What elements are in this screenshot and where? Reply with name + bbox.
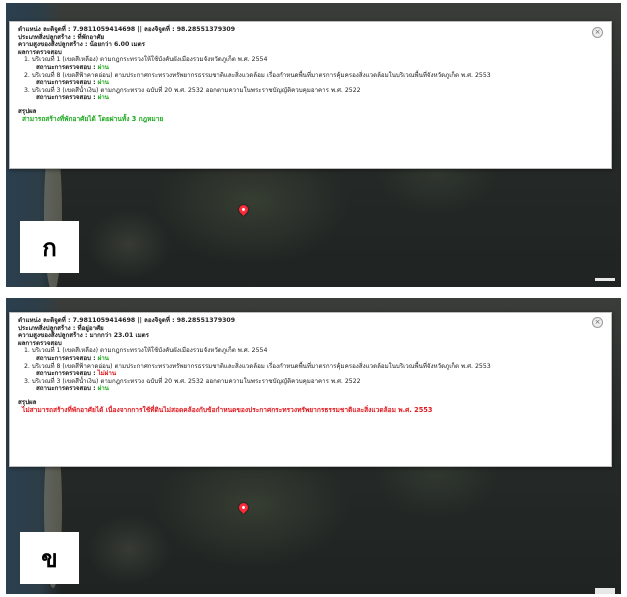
check-item-text: 1. บริเวณที่ 1 (เขตสีเหลือง) ตามกฎกระทรว…	[24, 347, 268, 355]
status-label: สถานะการตรวจสอบ :	[36, 79, 96, 87]
info-popup: × ตำแหน่ง ละติจูดที่ : 7.9811059414698 |…	[9, 312, 612, 467]
check-item-text: 3. บริเวณที่ 3 (เขตสีน้ำเงิน) ตามกฎกระทร…	[24, 377, 361, 385]
status-label: สถานะการตรวจสอบ :	[36, 63, 96, 71]
status-badge: ผ่าน	[97, 354, 109, 362]
map-panel-b: × ตำแหน่ง ละติจูดที่ : 7.9811059414698 |…	[6, 298, 621, 594]
map-scale-bar	[595, 588, 615, 594]
status-label: สถานะการตรวจสอบ :	[36, 370, 96, 378]
check-item-status: สถานะการตรวจสอบ : ผ่าน	[18, 385, 603, 393]
check-item-text: 3. บริเวณที่ 3 (เขตสีน้ำเงิน) ตามกฎกระทร…	[24, 86, 361, 94]
map-panel-a: × ตำแหน่ง ละติจูดที่ : 7.9811059414698 |…	[6, 3, 621, 287]
check-item-status: สถานะการตรวจสอบ : ผ่าน	[18, 64, 603, 72]
panel-label: ข	[20, 532, 79, 584]
status-badge: ผ่าน	[97, 63, 109, 71]
check-item-status: สถานะการตรวจสอบ : ผ่าน	[18, 94, 603, 102]
status-badge: ผ่าน	[97, 385, 109, 393]
location-coordinates: ตำแหน่ง ละติจูดที่ : 7.9811059414698 || …	[18, 26, 236, 33]
check-item-status: สถานะการตรวจสอบ : ผ่าน	[18, 355, 603, 363]
close-icon[interactable]: ×	[592, 317, 603, 328]
check-item-text: 1. บริเวณที่ 1 (เขตสีเหลือง) ตามกฎกระทรว…	[24, 56, 268, 64]
check-item-status: สถานะการตรวจสอบ : ไม่ผ่าน	[18, 370, 603, 378]
status-label: สถานะการตรวจสอบ :	[36, 354, 96, 362]
summary-result: ไม่สามารถสร้างที่พักอาศัยได้ เนื่องจากกา…	[22, 405, 433, 414]
building-height: ความสูงของสิ่งปลูกสร้าง : มากกว่า 23.01 …	[18, 332, 149, 340]
check-item-text: 2. บริเวณที่ 8 (เขตสีฟ้าคาดอ่อน) ตามประก…	[24, 71, 491, 79]
status-badge: ไม่ผ่าน	[97, 370, 117, 378]
close-icon[interactable]: ×	[592, 27, 603, 38]
status-label: สถานะการตรวจสอบ :	[36, 94, 96, 102]
panel-label: ก	[20, 221, 79, 273]
status-badge: ผ่าน	[97, 94, 109, 102]
check-item-status: สถานะการตรวจสอบ : ผ่าน	[18, 79, 603, 87]
map-scale-bar	[595, 278, 615, 281]
status-label: สถานะการตรวจสอบ :	[36, 385, 96, 393]
summary-result: สามารถสร้างที่พักอาศัยได้ โดยผ่านทั้ง 3 …	[22, 114, 164, 123]
building-height: ความสูงของสิ่งปลูกสร้าง : น้อยกว่า 6.00 …	[18, 41, 145, 49]
location-coordinates: ตำแหน่ง ละติจูดที่ : 7.9811059414698 || …	[18, 317, 236, 324]
info-popup: × ตำแหน่ง ละติจูดที่ : 7.9811059414698 |…	[9, 21, 612, 169]
status-badge: ผ่าน	[97, 79, 109, 87]
